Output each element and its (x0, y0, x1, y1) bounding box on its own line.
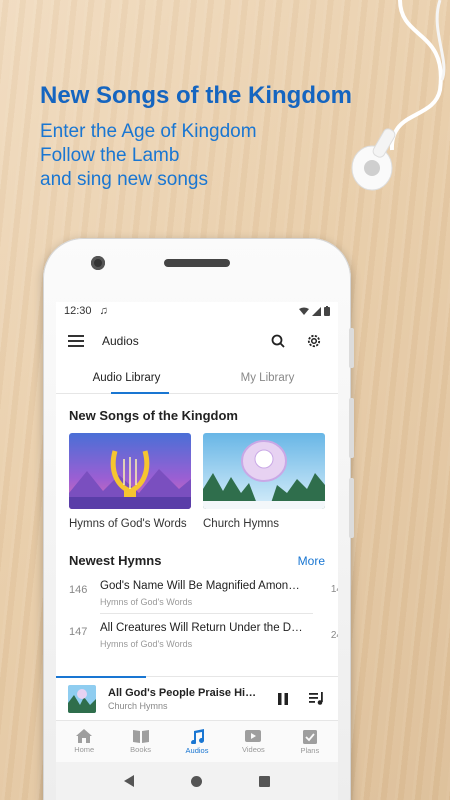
album-art (203, 433, 325, 509)
music-note-icon (191, 728, 205, 744)
nav-label: Books (130, 745, 152, 754)
earphone-icon (351, 0, 446, 191)
speaker-grille (164, 259, 230, 267)
settings-button[interactable] (302, 329, 326, 353)
mini-player[interactable]: All God's People Praise Him t… Church Hy… (56, 676, 338, 720)
tab-audio-library[interactable]: Audio Library (56, 362, 197, 393)
hymn-title: All Creatures Will Return Under the D… (100, 622, 303, 634)
nav-label: Plans (300, 745, 320, 755)
playback-progress (56, 676, 147, 678)
home-circle-icon[interactable] (190, 775, 202, 787)
nav-videos[interactable]: Videos (225, 721, 281, 762)
app-bar: Audios (56, 320, 338, 362)
promo-line-2: Follow the Lamb (40, 145, 180, 166)
signal-icon (312, 306, 321, 316)
hymn-list-item[interactable]: 147 All Creatures Will Return Under the … (56, 614, 338, 655)
newest-hymns-title: Newest Hymns (69, 553, 162, 568)
album-art (69, 433, 191, 509)
hymn-number: 147 (69, 626, 88, 638)
nav-plans[interactable]: Plans (282, 721, 338, 762)
volume-button (349, 328, 354, 368)
promo-line-3: and sing new songs (40, 169, 208, 190)
newest-hymns-header: Newest Hymns More (56, 531, 338, 568)
checklist-icon (302, 729, 317, 744)
gear-icon (307, 334, 321, 348)
nav-label: Audios (185, 745, 209, 755)
library-tabs: Audio Library My Library (56, 362, 338, 394)
pause-icon (278, 692, 288, 705)
hymn-album: Hymns of God's Words (100, 597, 193, 607)
playlist-icon (309, 692, 323, 705)
nav-label: Home (74, 745, 95, 754)
album-card-church-hymns[interactable]: Church Hymns (203, 433, 325, 531)
system-navigation-bar (56, 762, 338, 800)
hymn-next-number: 24 (330, 630, 338, 641)
page-title: Audios (102, 334, 139, 348)
now-playing-art (68, 684, 96, 713)
status-bar: 12:30 ♫ (56, 302, 338, 320)
search-button[interactable] (266, 329, 290, 353)
recents-icon[interactable] (258, 775, 270, 787)
now-playing-title: All God's People Praise Him t… (108, 686, 260, 699)
power-button (349, 398, 354, 458)
now-playing-album: Church Hymns (108, 700, 168, 711)
promo-headline: New Songs of the Kingdom (40, 82, 352, 109)
hymn-title: God's Name Will Be Magnified Amon… (100, 580, 300, 592)
hymn-number: 146 (69, 584, 88, 596)
more-link[interactable]: More (298, 554, 325, 568)
album-title: Church Hymns (203, 518, 280, 530)
home-icon (76, 729, 93, 743)
back-icon[interactable] (124, 775, 135, 787)
playlist-button[interactable] (306, 688, 328, 710)
hymn-list-item[interactable]: 146 God's Name Will Be Magnified Amon… H… (56, 568, 338, 614)
lyre-icon (69, 433, 191, 509)
camera-icon (91, 256, 105, 270)
music-notification-icon: ♫ (99, 305, 108, 317)
pause-button[interactable] (272, 688, 294, 710)
featured-section-title: New Songs of the Kingdom (69, 408, 238, 423)
album-card-hymns-of-gods-words[interactable]: Hymns of God's Words (69, 433, 191, 531)
nav-label: Videos (242, 745, 265, 754)
nav-books[interactable]: Books (112, 721, 168, 762)
app-screen: 12:30 ♫ Audios Audio Library My Library … (56, 302, 338, 800)
guitar-icon (203, 433, 325, 509)
promo-line-1: Enter the Age of Kingdom (40, 121, 257, 142)
search-icon (271, 334, 285, 348)
hamburger-menu-icon[interactable] (68, 335, 84, 347)
active-tab-indicator (111, 392, 169, 394)
status-time: 12:30 (64, 305, 92, 317)
hymn-album: Hymns of God's Words (100, 639, 193, 649)
album-cards: Hymns of God's Words Church Hymns (56, 423, 338, 531)
nav-home[interactable]: Home (56, 721, 112, 762)
nav-audios[interactable]: Audios (169, 721, 225, 762)
bottom-navigation: Home Books Audios Videos Plans (56, 720, 338, 762)
hymn-next-number: 14 (330, 584, 338, 595)
tab-my-library[interactable]: My Library (197, 362, 338, 393)
battery-icon (324, 306, 330, 316)
wifi-icon (299, 307, 309, 315)
album-title: Hymns of God's Words (69, 518, 187, 530)
side-button (349, 478, 354, 538)
video-icon (245, 730, 262, 742)
book-icon (132, 730, 149, 743)
